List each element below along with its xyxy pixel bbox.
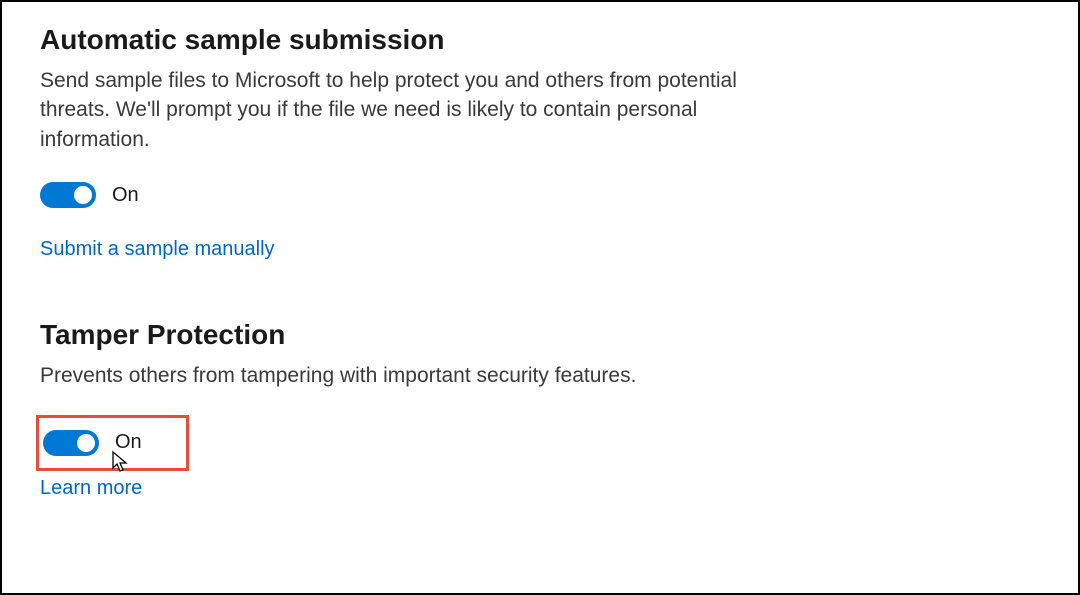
toggle-knob — [74, 186, 92, 204]
learn-more-link[interactable]: Learn more — [40, 477, 142, 500]
sample-submission-description: Send sample files to Microsoft to help p… — [40, 66, 760, 154]
settings-panel: Automatic sample submission Send sample … — [0, 0, 1080, 595]
tamper-protection-toggle-row: On — [39, 430, 172, 456]
sample-submission-title: Automatic sample submission — [40, 24, 1040, 56]
sample-submission-toggle-label: On — [112, 184, 139, 207]
highlight-annotation: On — [36, 415, 189, 471]
toggle-knob — [77, 434, 95, 452]
tamper-protection-toggle[interactable] — [43, 430, 99, 456]
tamper-protection-title: Tamper Protection — [40, 319, 1040, 351]
section-sample-submission: Automatic sample submission Send sample … — [40, 24, 1040, 261]
tamper-protection-toggle-label: On — [115, 431, 142, 454]
sample-submission-toggle[interactable] — [40, 182, 96, 208]
submit-sample-link[interactable]: Submit a sample manually — [40, 238, 275, 261]
section-tamper-protection: Tamper Protection Prevents others from t… — [40, 319, 1040, 499]
sample-submission-toggle-row: On — [40, 182, 1040, 208]
tamper-protection-description: Prevents others from tampering with impo… — [40, 361, 760, 390]
